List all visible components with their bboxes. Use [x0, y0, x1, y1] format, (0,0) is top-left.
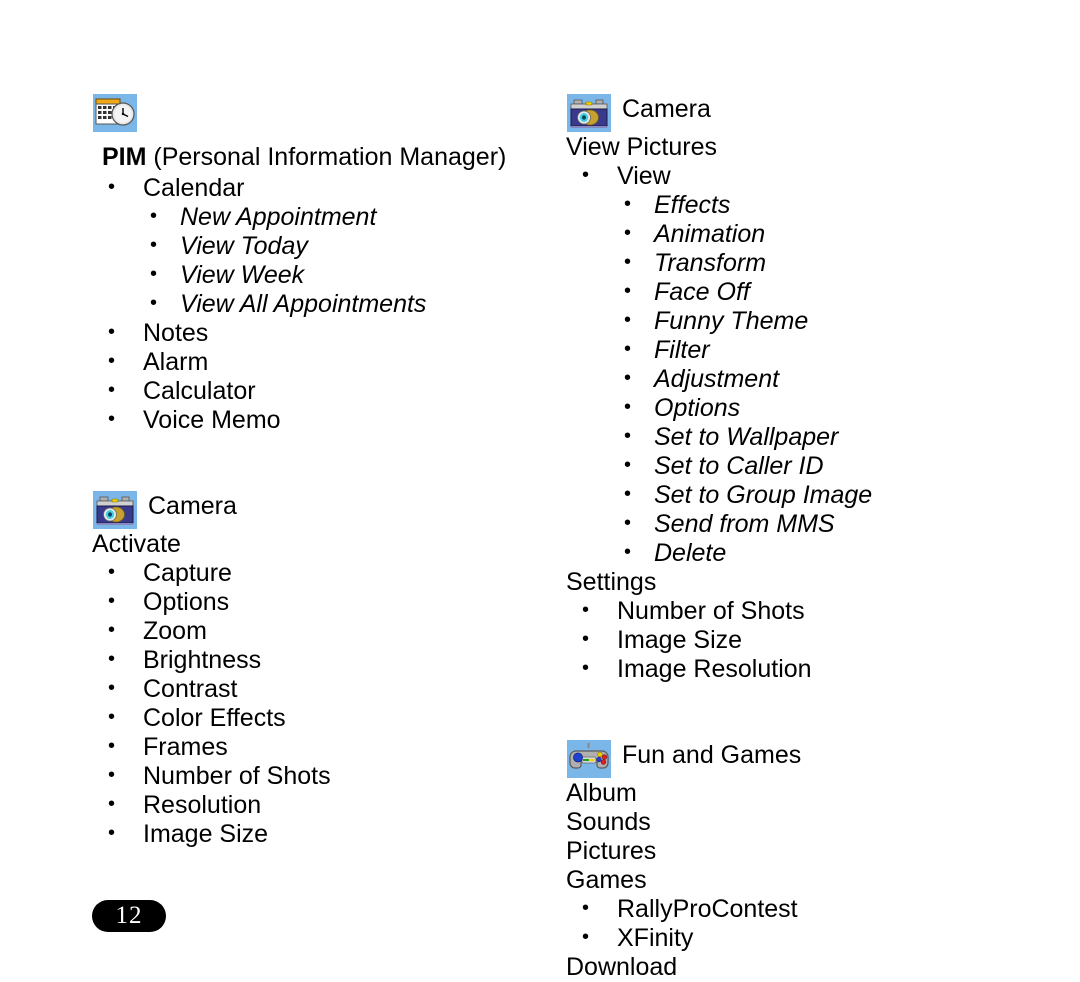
pim-heading-block: PIM (Personal Information Manager) — [92, 92, 522, 174]
list-item[interactable]: Adjustment — [566, 364, 1026, 394]
list-item[interactable]: Notes — [92, 318, 522, 348]
list-item[interactable]: View Week — [92, 260, 522, 290]
list-item[interactable]: Delete — [566, 538, 1026, 568]
camera-right-heading-block: Camera — [566, 92, 1026, 133]
camera-left-item-list: Capture Options Zoom Brightness Contrast… — [92, 558, 522, 849]
download-line: Download — [566, 953, 678, 981]
list-item[interactable]: Options — [566, 393, 1026, 423]
view-sub-list: Effects Animation Transform Face Off Fun… — [566, 190, 1026, 568]
calendar-sub-list: New Appointment View Today View Week Vie… — [92, 202, 522, 319]
list-item[interactable]: Options — [92, 587, 522, 617]
gamepad-icon — [566, 739, 612, 779]
camera-right-title: Camera — [622, 95, 711, 123]
list-item[interactable]: Resolution — [92, 790, 522, 820]
camera-icon — [566, 93, 612, 133]
view-item-list: View — [566, 161, 1026, 191]
list-item[interactable]: Filter — [566, 335, 1026, 365]
pictures-line: Pictures — [566, 837, 657, 865]
sounds-line: Sounds — [566, 808, 651, 836]
left-column: PIM (Personal Information Manager) Calen… — [92, 92, 522, 849]
list-item[interactable]: Set to Wallpaper — [566, 422, 1026, 452]
list-item[interactable]: Zoom — [92, 616, 522, 646]
list-item[interactable]: Image Size — [566, 625, 1026, 655]
list-item[interactable]: Number of Shots — [92, 761, 522, 791]
games-line: Games — [566, 866, 647, 894]
list-item[interactable]: Image Resolution — [566, 654, 1026, 684]
list-item[interactable]: Set to Caller ID — [566, 451, 1026, 481]
section-camera-left: Camera Activate Capture Options Zoom Bri… — [92, 489, 522, 849]
list-item[interactable]: Animation — [566, 219, 1026, 249]
list-item[interactable]: Send from MMS — [566, 509, 1026, 539]
list-item[interactable]: View Today — [92, 231, 522, 261]
album-line: Album — [566, 779, 637, 807]
list-item[interactable]: Transform — [566, 248, 1026, 278]
list-item[interactable]: New Appointment — [92, 202, 522, 232]
list-item[interactable]: Image Size — [92, 819, 522, 849]
settings-subheading: Settings — [566, 568, 657, 596]
fun-games-heading-block: Fun and Games — [566, 738, 1026, 779]
list-item[interactable]: Set to Group Image — [566, 480, 1026, 510]
camera-left-title: Camera — [148, 492, 237, 520]
list-item[interactable]: View — [566, 161, 1026, 191]
settings-item-list: Number of Shots Image Size Image Resolut… — [566, 596, 1026, 684]
list-item[interactable]: Number of Shots — [566, 596, 1026, 626]
list-item[interactable]: Alarm — [92, 347, 522, 377]
list-item[interactable]: Voice Memo — [92, 405, 522, 435]
section-camera-right: Camera View Pictures View Effects Animat… — [566, 92, 1026, 684]
list-item[interactable]: Calculator — [92, 376, 522, 406]
page-number-badge: 12 — [92, 900, 166, 932]
fun-games-title: Fun and Games — [622, 741, 802, 769]
list-item[interactable]: Color Effects — [92, 703, 522, 733]
pim-title-bold: PIM — [102, 143, 147, 171]
list-item[interactable]: View All Appointments — [92, 289, 522, 319]
pim-title-rest: (Personal Information Manager) — [146, 143, 507, 171]
games-item-list: RallyProContest XFinity — [566, 894, 1026, 953]
calendar-clock-icon — [92, 93, 138, 133]
list-item[interactable]: XFinity — [566, 923, 1026, 953]
right-column: Camera View Pictures View Effects Animat… — [566, 92, 1026, 982]
camera-left-subheading: Activate — [92, 530, 181, 558]
pim-title: PIM (Personal Information Manager) — [102, 143, 506, 171]
list-item[interactable]: Funny Theme — [566, 306, 1026, 336]
list-item[interactable]: Contrast — [92, 674, 522, 704]
view-pictures-subheading: View Pictures — [566, 133, 717, 161]
camera-icon — [92, 490, 138, 530]
list-item[interactable]: RallyProContest — [566, 894, 1026, 924]
section-pim: PIM (Personal Information Manager) Calen… — [92, 92, 522, 435]
pim-item-list: Calendar — [92, 173, 522, 203]
document-page: PIM (Personal Information Manager) Calen… — [0, 0, 1080, 981]
list-item[interactable]: Effects — [566, 190, 1026, 220]
camera-left-heading-block: Camera — [92, 489, 522, 530]
section-fun-and-games: Fun and Games Album Sounds Pictures Game… — [566, 738, 1026, 982]
list-item[interactable]: Calendar — [92, 173, 522, 203]
list-item[interactable]: Face Off — [566, 277, 1026, 307]
list-item[interactable]: Frames — [92, 732, 522, 762]
pim-item-list-rest: Notes Alarm Calculator Voice Memo — [92, 318, 522, 435]
list-item[interactable]: Brightness — [92, 645, 522, 675]
list-item[interactable]: Capture — [92, 558, 522, 588]
